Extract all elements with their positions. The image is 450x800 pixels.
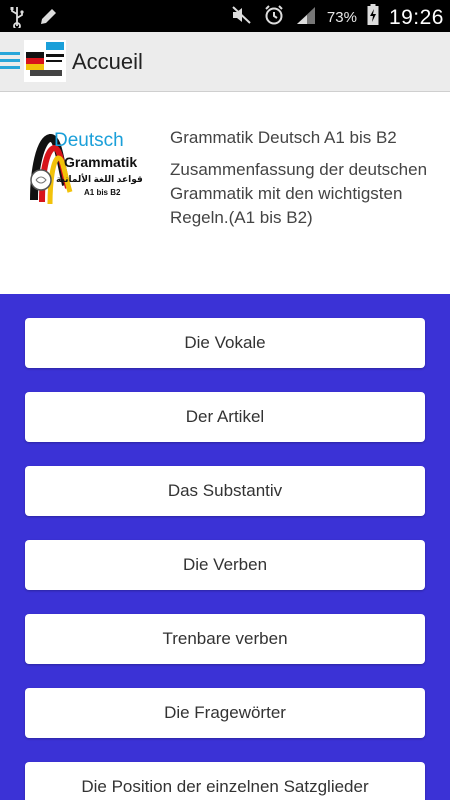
topic-button-substantiv[interactable]: Das Substantiv	[25, 466, 425, 516]
topic-button-verben[interactable]: Die Verben	[25, 540, 425, 590]
signal-icon	[295, 5, 317, 30]
logo-deutsch-text: Deutsch	[54, 130, 124, 151]
pencil-icon	[38, 7, 58, 32]
app-info-header: Deutsch Grammatik قواعد اللغة الألمانية …	[0, 92, 450, 294]
status-bar: 73% 19:26	[0, 0, 450, 32]
usb-icon	[10, 6, 24, 33]
app-description: Zusammenfassung der deutschen Grammatik …	[170, 160, 428, 227]
topic-button-satzglieder[interactable]: Die Position der einzelnen Satzglieder	[25, 762, 425, 800]
app-logo: Deutsch Grammatik قواعد اللغة الألمانية …	[24, 130, 146, 210]
alarm-icon	[263, 4, 285, 31]
mute-icon	[231, 5, 253, 30]
app-logo-icon[interactable]	[24, 40, 66, 82]
battery-charging-icon	[367, 4, 379, 31]
topic-button-fragewoerter[interactable]: Die Fragewörter	[25, 688, 425, 738]
hamburger-menu-icon[interactable]	[0, 52, 20, 72]
topic-button-artikel[interactable]: Der Artikel	[25, 392, 425, 442]
action-bar: Accueil	[0, 32, 450, 92]
topic-button-vokale[interactable]: Die Vokale	[25, 318, 425, 368]
logo-level-text: A1 bis B2	[84, 188, 121, 197]
page-title: Accueil	[72, 49, 143, 74]
topic-button-trennbare-verben[interactable]: Trenbare verben	[25, 614, 425, 664]
topic-list: Die Vokale Der Artikel Das Substantiv Di…	[0, 294, 450, 800]
logo-arabic-text: قواعد اللغة الألمانية	[56, 174, 143, 184]
clock: 19:26	[388, 5, 444, 29]
app-title: Grammatik Deutsch A1 bis B2	[170, 128, 397, 147]
battery-percent: 73%	[326, 9, 357, 26]
logo-grammatik-text: Grammatik	[64, 154, 138, 170]
